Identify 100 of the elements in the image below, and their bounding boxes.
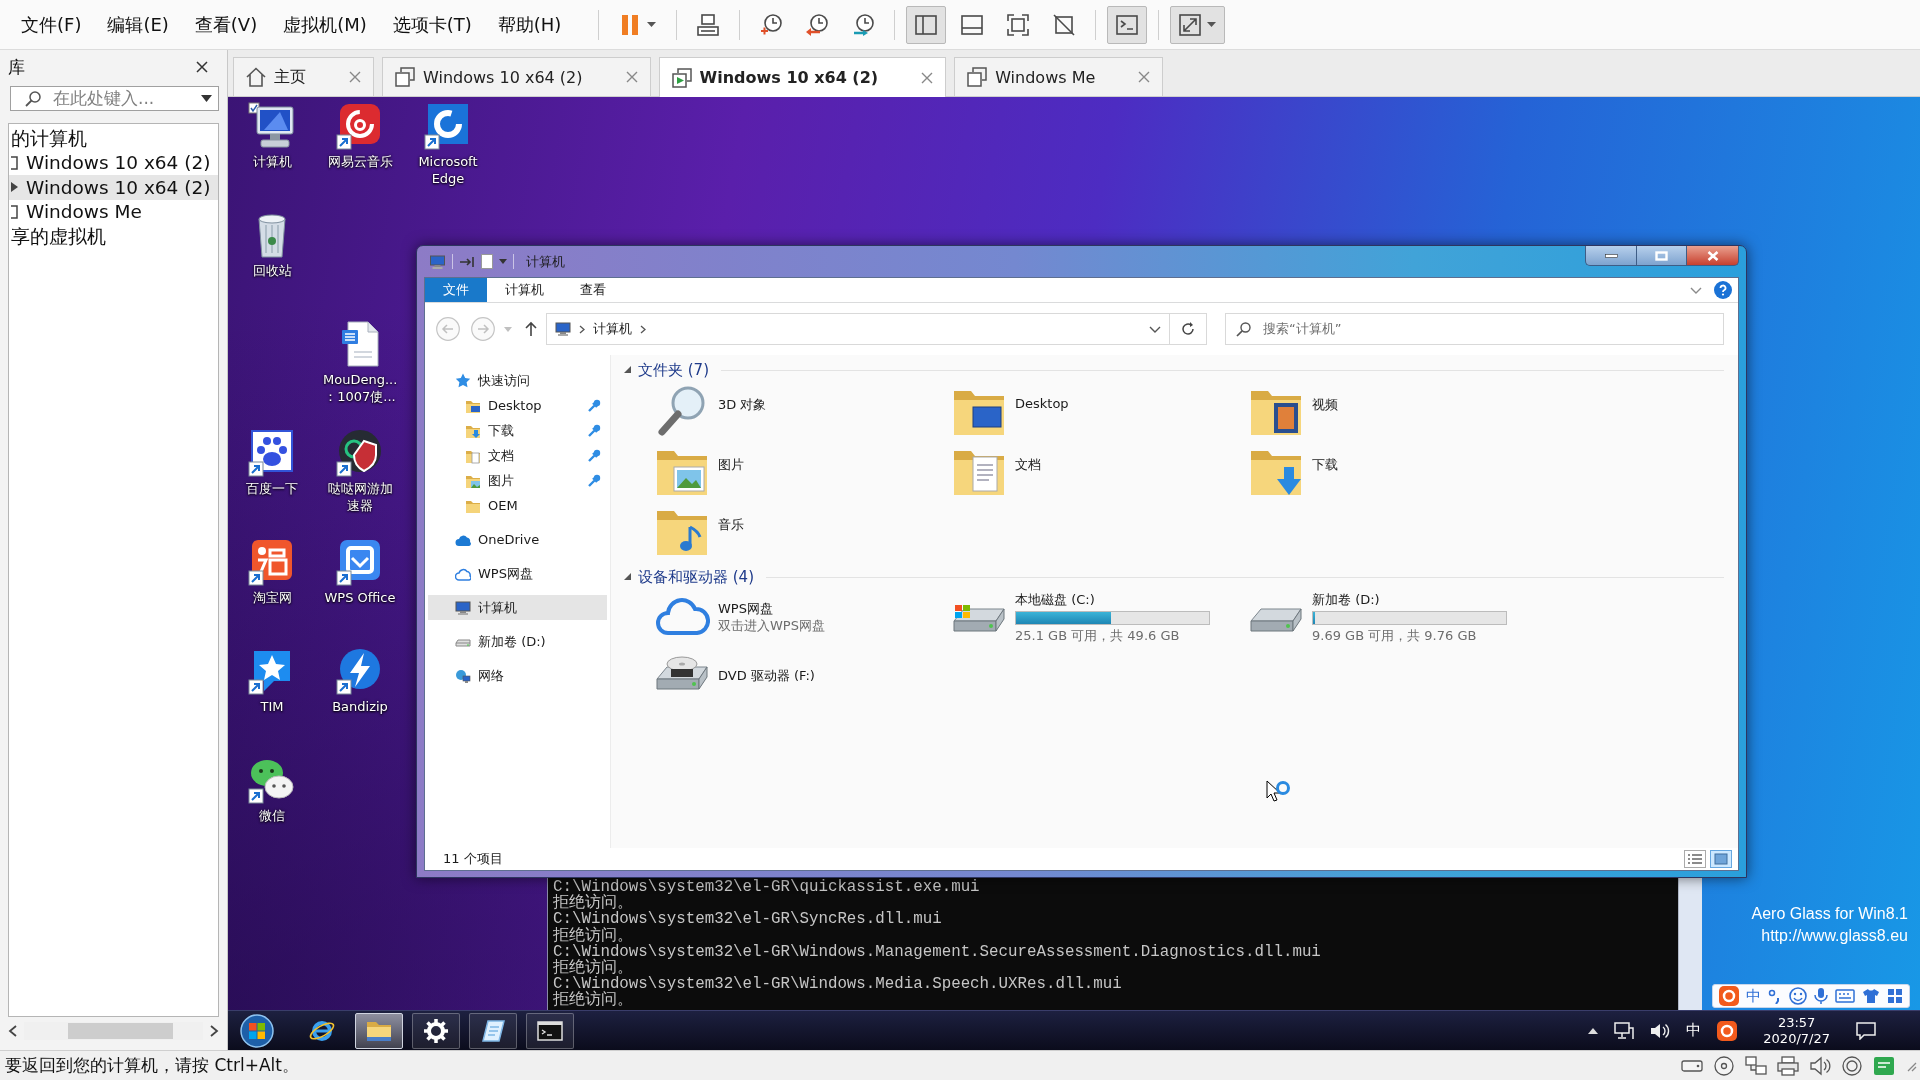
tree-item[interactable]: Windows 10 x64 (2) xyxy=(9,150,218,175)
search-field[interactable]: 搜索“计算机” xyxy=(1225,313,1724,345)
input-mode[interactable]: 中 xyxy=(1686,1021,1702,1040)
drive-label[interactable]: DVD 驱动器 (F:) xyxy=(718,666,815,684)
caret-icon[interactable] xyxy=(1588,1027,1599,1034)
nav-item[interactable]: WPS网盘 xyxy=(428,561,607,586)
nav-item[interactable]: OneDrive xyxy=(428,527,607,552)
collapse-icon[interactable] xyxy=(624,573,632,581)
nav-item[interactable]: 网络 xyxy=(428,663,607,688)
nav-item[interactable]: Desktop xyxy=(428,393,607,418)
page-icon[interactable] xyxy=(481,254,493,269)
tab[interactable]: 主页 xyxy=(233,57,374,96)
desktop-shortcut[interactable]: 网易云音乐 xyxy=(327,102,393,170)
stretch-button[interactable] xyxy=(1170,5,1226,44)
desktop-shortcut[interactable]: 哒哒网游加速器 xyxy=(323,429,397,514)
folder-item[interactable]: 图片 xyxy=(654,441,744,501)
menu-item[interactable]: 查看(V) xyxy=(181,8,271,41)
details-view-icon[interactable] xyxy=(1684,850,1706,868)
drive-label[interactable]: 新加卷 (D:) xyxy=(1312,590,1380,608)
scrollbar-thumb[interactable] xyxy=(68,1023,173,1039)
folder-item[interactable]: 3D 对象 xyxy=(654,381,767,441)
menu-item[interactable]: 文件(F) xyxy=(8,8,95,41)
close-icon[interactable] xyxy=(196,61,208,73)
ime-logo-icon[interactable] xyxy=(1717,1020,1738,1041)
nav-item[interactable]: 图片 xyxy=(428,468,607,493)
collapse-icon[interactable] xyxy=(624,366,632,374)
nav-item[interactable]: 下载 xyxy=(428,418,607,443)
address-bar[interactable]: 计算机 xyxy=(546,313,1170,345)
nav-item[interactable]: 文档 xyxy=(428,443,607,468)
folder-item[interactable]: Desktop xyxy=(951,381,1069,441)
desktop-shortcut[interactable]: 百度一下 xyxy=(246,429,298,497)
tree-item[interactable]: 享的虚拟机 xyxy=(9,224,218,249)
ribbon-tab[interactable]: 计算机 xyxy=(487,278,562,302)
start-orb-icon[interactable] xyxy=(240,1013,274,1048)
ribbon-tab[interactable]: 查看 xyxy=(562,278,624,302)
tab[interactable]: Windows 10 x64 (2) xyxy=(382,57,651,96)
speaker-icon[interactable] xyxy=(1650,1021,1671,1040)
drive-label[interactable]: WPS网盘 xyxy=(718,600,773,617)
ribbon-tab[interactable]: 文件 xyxy=(425,278,487,302)
help-icon[interactable] xyxy=(1714,281,1732,299)
desktop-shortcut[interactable]: 回收站 xyxy=(248,211,296,279)
ring-icon[interactable] xyxy=(1841,1054,1863,1077)
caret-icon[interactable] xyxy=(201,95,212,102)
menu-item[interactable]: 编辑(E) xyxy=(94,8,182,41)
library-view-button[interactable] xyxy=(906,5,947,44)
menu-item[interactable]: 虚拟机(M) xyxy=(270,8,380,41)
minimize-button[interactable] xyxy=(1585,246,1636,266)
network-icon xyxy=(455,667,471,684)
breadcrumb[interactable]: 计算机 xyxy=(593,320,632,338)
smiley-icon[interactable] xyxy=(1789,987,1807,1005)
input-mode[interactable]: 中 xyxy=(1746,986,1761,1006)
menu-item[interactable]: 选项卡(T) xyxy=(379,8,485,41)
network-icon[interactable] xyxy=(1614,1021,1635,1040)
printer-icon[interactable] xyxy=(1777,1054,1799,1077)
folder-item[interactable]: 音乐 xyxy=(654,501,744,561)
chevron-down-icon[interactable] xyxy=(1690,286,1702,294)
large-icons-view-icon[interactable] xyxy=(1710,850,1732,868)
scroll-left-icon[interactable] xyxy=(8,1025,18,1037)
nav-item[interactable]: 新加卷 (D:) xyxy=(428,629,607,654)
folder-item[interactable]: 视频 xyxy=(1248,381,1338,441)
tab[interactable]: Windows Me xyxy=(954,57,1164,96)
tree-item[interactable]: Windows Me xyxy=(9,199,218,224)
desktop-shortcut[interactable]: MouDeng... ：1007使... xyxy=(323,320,397,405)
shirt-icon[interactable] xyxy=(1862,988,1880,1004)
punctuation-icon[interactable] xyxy=(1768,988,1782,1004)
chevron-down-icon[interactable] xyxy=(1149,325,1161,333)
clock-time: 23:57 xyxy=(1777,1014,1816,1031)
taskbar-button[interactable] xyxy=(355,1012,403,1049)
desktop-shortcut[interactable]: Bandizip xyxy=(332,647,388,715)
nav-item[interactable]: 计算机 xyxy=(428,595,607,620)
disc-icon[interactable] xyxy=(1713,1054,1735,1077)
refresh-button[interactable] xyxy=(1170,313,1207,345)
microphone-icon[interactable] xyxy=(1814,987,1828,1005)
console-view-button[interactable] xyxy=(1107,5,1148,44)
desktop-shortcut[interactable]: 微信 xyxy=(248,756,296,824)
keyboard-icon[interactable] xyxy=(1835,989,1855,1003)
search-field[interactable]: 在此处键入... xyxy=(10,86,219,111)
scroll-right-icon[interactable] xyxy=(209,1025,219,1037)
arrow-bar-icon[interactable] xyxy=(459,255,475,268)
desktop-shortcut[interactable]: TIM xyxy=(248,647,296,715)
close-button[interactable] xyxy=(1687,246,1739,266)
maximize-button[interactable] xyxy=(1636,246,1687,266)
desktop-shortcut[interactable]: 淘宝网 xyxy=(248,538,296,606)
desktop-shortcut[interactable]: 计算机 xyxy=(248,102,296,170)
tree-item[interactable]: 的计算机 xyxy=(9,126,218,151)
desktop-shortcut[interactable]: WPS Office xyxy=(324,538,396,606)
folder-item[interactable]: 下载 xyxy=(1248,441,1338,501)
tab[interactable]: Windows 10 x64 (2) xyxy=(658,57,947,97)
tree-item[interactable]: Windows 10 x64 (2) xyxy=(9,175,218,200)
folder-item[interactable]: 文档 xyxy=(951,441,1041,501)
nav-item[interactable]: OEM xyxy=(428,493,607,518)
nav-item[interactable]: 快速访问 xyxy=(428,368,607,393)
grid-icon[interactable] xyxy=(1887,988,1903,1004)
desktop-shortcut[interactable]: Microsoft Edge xyxy=(411,102,485,187)
speaker-icon[interactable] xyxy=(1809,1054,1831,1077)
up-arrow-icon[interactable] xyxy=(524,321,538,337)
drive-label[interactable]: 本地磁盘 (C:) xyxy=(1015,590,1095,608)
message-icon[interactable] xyxy=(1873,1054,1895,1077)
notification-icon[interactable] xyxy=(1856,1021,1876,1040)
menu-item[interactable]: 帮助(H) xyxy=(484,8,575,41)
